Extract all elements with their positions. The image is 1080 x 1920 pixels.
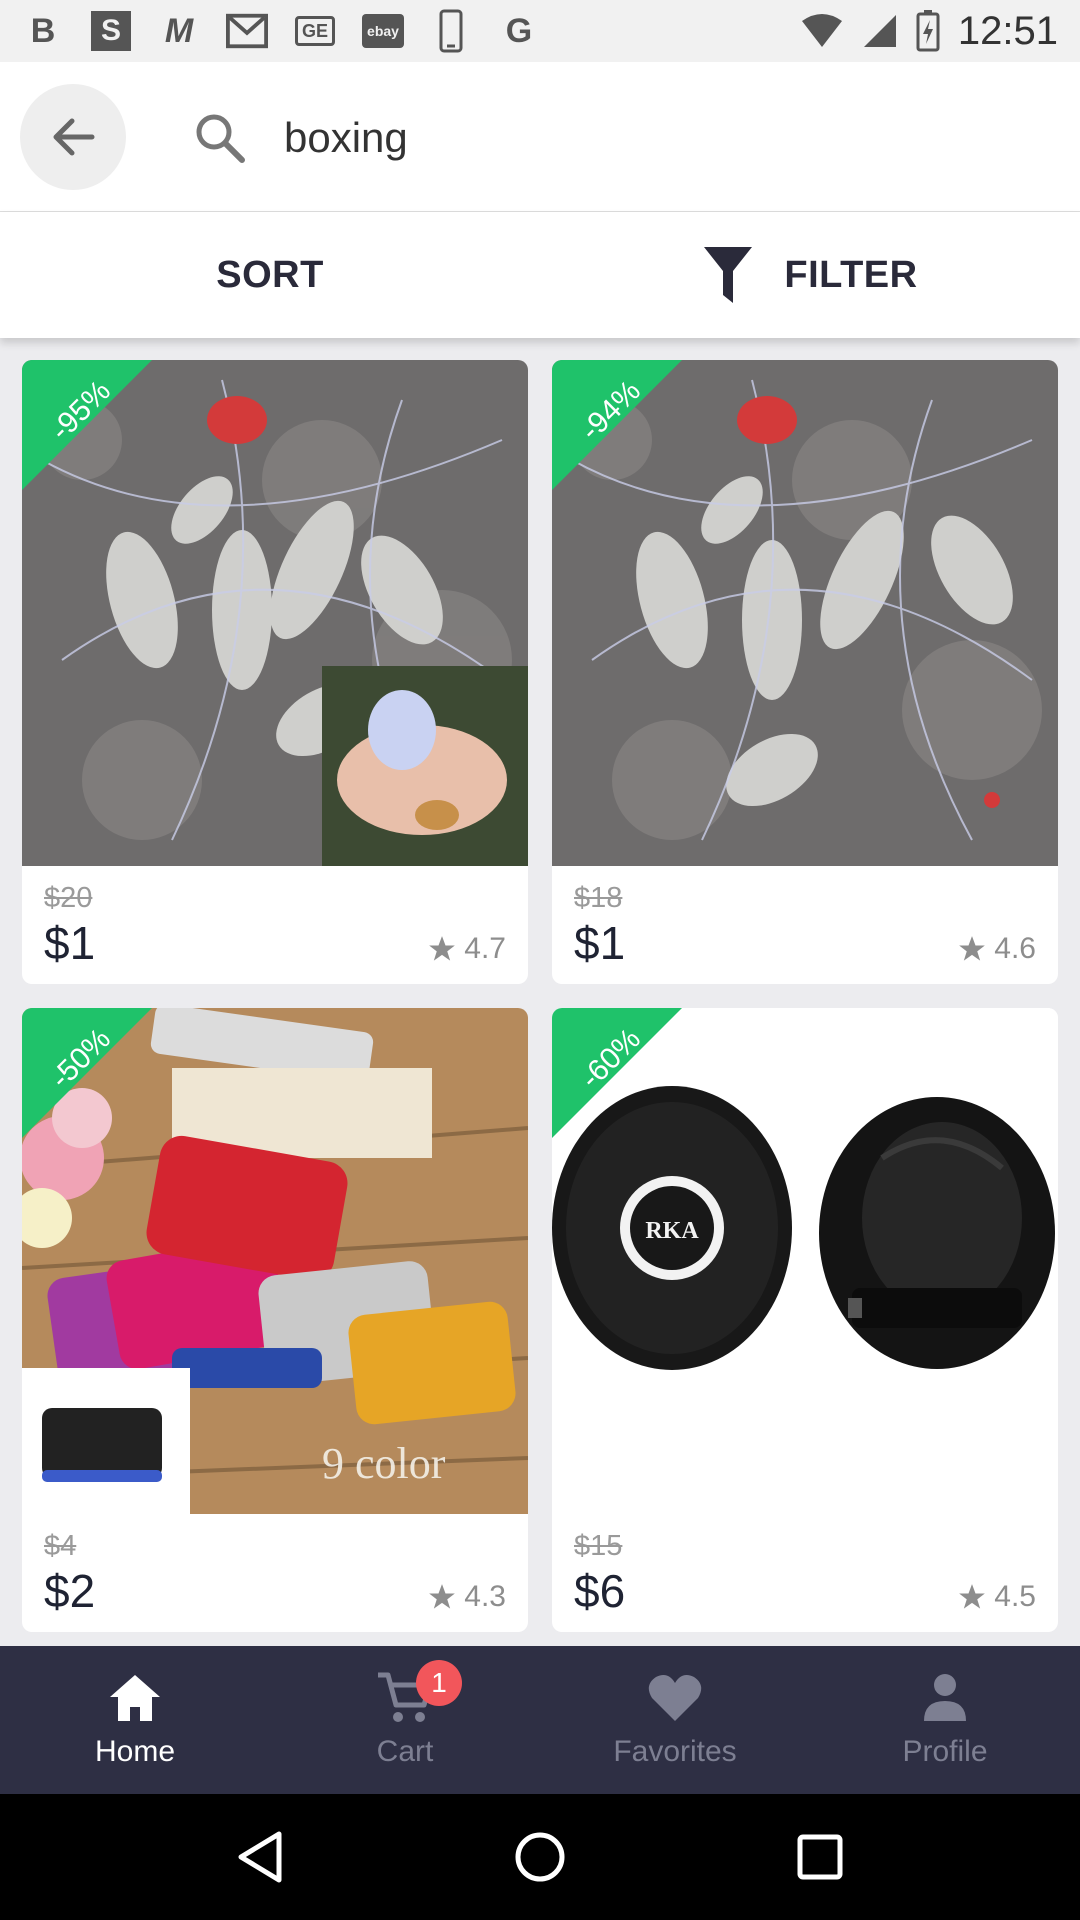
rating: 4.3 <box>428 1580 506 1614</box>
status-bar: B S M GE ebay G 12:51 <box>0 0 1080 62</box>
system-recents-button[interactable] <box>785 1822 855 1892</box>
filter-button[interactable]: FILTER <box>540 212 1080 338</box>
heart-icon <box>648 1675 702 1721</box>
rating-value: 4.6 <box>994 932 1036 965</box>
product-info: $20 $1 4.7 <box>22 866 528 984</box>
product-image: -95% <box>22 360 528 866</box>
original-price: $18 <box>574 882 623 914</box>
sale-price: $1 <box>44 917 96 969</box>
rating-value: 4.3 <box>464 1580 506 1613</box>
person-icon <box>924 1674 966 1721</box>
product-image: -94% <box>552 360 1058 866</box>
star-icon <box>429 1584 456 1609</box>
m-icon: M <box>164 11 194 50</box>
triangle-back-icon <box>238 1831 282 1883</box>
gmail-icon <box>226 10 268 52</box>
system-home-button[interactable] <box>505 1822 575 1892</box>
product-grid: -95% $20 $1 4.7 -94% $18 $1 4.6 9 color … <box>22 360 1058 1632</box>
back-button[interactable] <box>20 84 126 190</box>
product-image: RKA -60% <box>552 1008 1058 1514</box>
search-header <box>0 62 1080 212</box>
rating-value: 4.5 <box>994 1580 1036 1613</box>
star-icon <box>959 936 986 961</box>
rating: 4.7 <box>428 932 506 966</box>
sale-price: $6 <box>574 1565 626 1617</box>
product-info: $18 $1 4.6 <box>552 866 1058 984</box>
rating: 4.5 <box>958 1580 1036 1614</box>
nav-cart[interactable]: 1 Cart <box>270 1646 540 1794</box>
nav-profile[interactable]: Profile <box>810 1646 1080 1794</box>
signal-icon <box>863 15 896 47</box>
home-icon <box>110 1675 160 1721</box>
product-card[interactable]: -94% $18 $1 4.6 <box>552 360 1058 984</box>
system-back-button[interactable] <box>225 1822 295 1892</box>
b-icon: B <box>30 11 56 50</box>
mitt-logo-text: RKA <box>645 1218 699 1244</box>
nav-label: Cart <box>376 1735 434 1768</box>
nav-label: Home <box>94 1735 176 1768</box>
nav-favorites[interactable]: Favorites <box>540 1646 810 1794</box>
search-input[interactable] <box>284 106 984 170</box>
wifi-icon <box>801 14 842 47</box>
google-icon: G <box>505 11 533 50</box>
nav-label: Profile <box>902 1735 988 1768</box>
sale-price: $1 <box>574 917 626 969</box>
product-card[interactable]: -95% $20 $1 4.7 <box>22 360 528 984</box>
product-card[interactable]: 9 color -50% $4 $2 4.3 <box>22 1008 528 1632</box>
search-icon <box>196 114 245 163</box>
circle-home-icon <box>515 1832 565 1882</box>
s-icon: S <box>90 10 132 52</box>
product-info: $15 $6 4.5 <box>552 1514 1058 1632</box>
nav-home[interactable]: Home <box>0 1646 270 1794</box>
battery-icon <box>916 10 940 52</box>
notification-icons: B S M GE ebay G <box>22 9 540 53</box>
cart-count-badge: 1 <box>416 1660 462 1706</box>
phone-icon <box>430 9 472 53</box>
ge-icon: GE <box>294 10 336 52</box>
arrow-left-icon <box>53 118 95 156</box>
sort-button[interactable]: SORT <box>0 212 540 338</box>
star-icon <box>959 1584 986 1609</box>
filter-label: FILTER <box>784 253 918 296</box>
square-recents-icon <box>797 1834 843 1880</box>
bottom-nav: Home 1 Cart Favorites Profile <box>0 1646 1080 1794</box>
image-caption: 9 color <box>322 1439 446 1488</box>
system-status: 12:51 <box>800 9 1058 54</box>
rating-value: 4.7 <box>464 932 506 965</box>
ebay-icon: ebay <box>362 10 404 52</box>
star-icon <box>429 936 456 961</box>
sort-label: SORT <box>216 253 324 296</box>
clock: 12:51 <box>957 8 1058 53</box>
sort-filter-bar: SORT FILTER <box>0 212 1080 338</box>
product-card[interactable]: RKA -60% $15 $6 4.5 <box>552 1008 1058 1632</box>
rating: 4.6 <box>958 932 1036 966</box>
original-price: $20 <box>44 882 93 914</box>
system-nav-bar <box>0 1794 1080 1920</box>
product-info: $4 $2 4.3 <box>22 1514 528 1632</box>
filter-icon <box>704 247 753 303</box>
nav-label: Favorites <box>613 1735 737 1768</box>
sale-price: $2 <box>44 1565 96 1617</box>
original-price: $15 <box>574 1530 623 1562</box>
original-price: $4 <box>44 1530 77 1562</box>
product-image: 9 color -50% <box>22 1008 528 1514</box>
